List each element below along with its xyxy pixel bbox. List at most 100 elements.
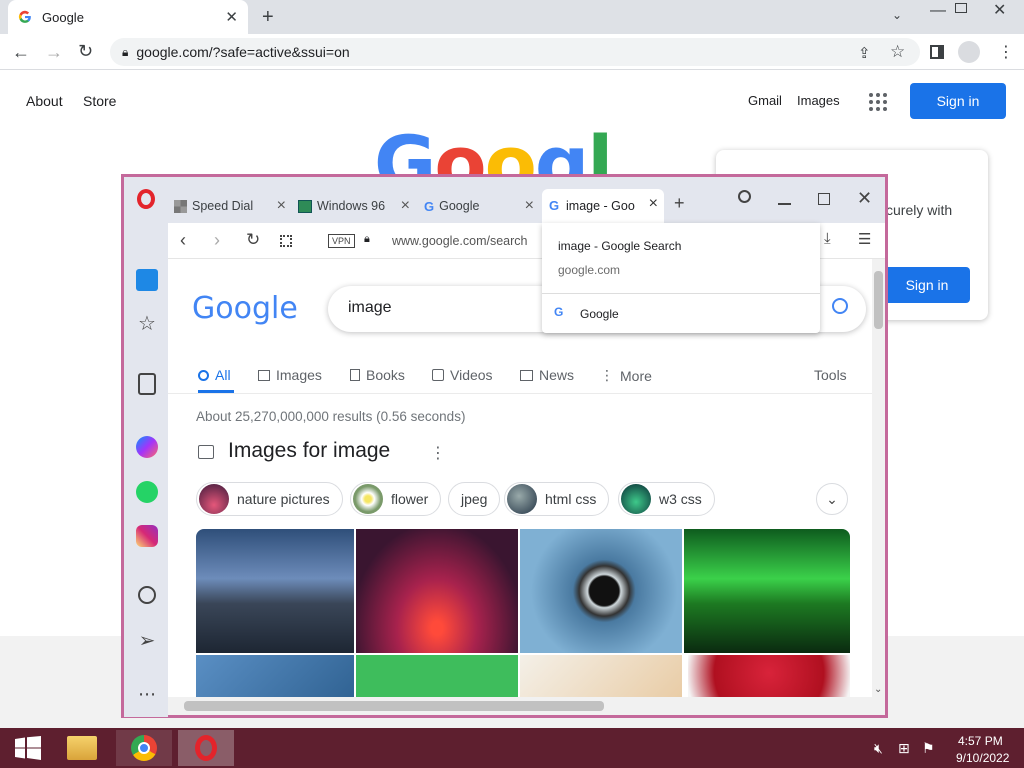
tab-all[interactable]: All (198, 367, 231, 383)
images-link[interactable]: Images (797, 93, 840, 108)
image-result-red-tree[interactable] (688, 655, 850, 697)
home-icon[interactable] (136, 269, 158, 291)
chip-flower[interactable]: flower (350, 482, 442, 516)
start-button[interactable] (0, 730, 56, 766)
sign-in-button[interactable]: Sign in (910, 83, 1006, 119)
chip-html-css[interactable]: html css (504, 482, 610, 516)
reload-icon[interactable]: ↻ (78, 41, 93, 62)
close-icon[interactable]: ✕ (993, 0, 1006, 20)
reload-icon[interactable]: ↻ (246, 230, 260, 250)
image-result-bridge[interactable] (196, 529, 354, 653)
tab-google[interactable]: G Google × (424, 193, 534, 219)
gmail-link[interactable]: Gmail (748, 93, 782, 108)
vpn-badge[interactable]: VPN (328, 234, 355, 248)
clock-time[interactable]: 4:57 PM (958, 734, 1003, 748)
share-icon[interactable]: ⇪ (858, 44, 871, 62)
forward-icon[interactable]: › (214, 230, 220, 251)
address-suggestions-dropdown: image - Google Search google.com G Googl… (542, 223, 820, 333)
star-icon[interactable]: ☆ (890, 42, 905, 62)
promo-sign-in-button[interactable]: Sign in (884, 267, 970, 303)
forward-icon[interactable]: → (45, 42, 63, 63)
tab-news[interactable]: News (520, 367, 574, 383)
suggestion-item[interactable]: G Google (542, 294, 820, 332)
file-explorer-button[interactable] (54, 730, 110, 766)
new-tab-icon[interactable]: + (674, 193, 685, 214)
store-link[interactable]: Store (83, 93, 116, 109)
scrollbar-thumb[interactable] (874, 271, 883, 329)
close-icon[interactable]: ✕ (857, 188, 872, 209)
tab-speed-dial[interactable]: Speed Dial × (174, 193, 286, 219)
player-icon[interactable] (138, 586, 156, 604)
chip-nature-pictures[interactable]: nature pictures (196, 482, 343, 516)
chevron-down-icon[interactable]: ⌄ (874, 684, 882, 695)
tab-label: image - Goo (566, 199, 635, 213)
address-text: google.com/?safe=active&ssui=on (136, 44, 350, 60)
chevron-down-icon[interactable]: ⌄ (892, 8, 902, 22)
tools-button[interactable]: Tools (814, 367, 847, 383)
image-result-lens[interactable] (520, 529, 682, 653)
opera-taskbar-button[interactable] (178, 730, 234, 766)
suggestion-item[interactable]: image - Google Search google.com (542, 223, 820, 293)
minimize-icon[interactable]: — (930, 2, 946, 20)
image-result-aurora[interactable] (684, 529, 850, 653)
maximize-icon[interactable] (818, 193, 830, 205)
tab-books[interactable]: Books (350, 367, 405, 383)
clock-date[interactable]: 9/10/2022 (956, 751, 1009, 765)
whatsapp-icon[interactable] (136, 481, 158, 503)
minimize-icon[interactable] (778, 203, 791, 205)
tab-windows96[interactable]: Windows 96 × (298, 193, 410, 219)
easy-setup-icon[interactable]: ☰ (858, 230, 871, 248)
profile-avatar[interactable] (958, 41, 980, 63)
kebab-icon[interactable]: ⋮ (430, 443, 446, 463)
close-icon[interactable]: × (649, 195, 658, 213)
close-icon[interactable]: ✕ (225, 8, 238, 26)
chip-jpeg[interactable]: jpeg (448, 482, 501, 516)
search-tabs-icon[interactable] (738, 190, 751, 203)
chrome-tab-google[interactable]: Google ✕ (8, 0, 248, 34)
tab-image-search[interactable]: G image - Goo × (542, 189, 664, 223)
back-icon[interactable]: ← (12, 42, 30, 63)
close-icon[interactable]: × (401, 197, 410, 215)
suggestion-title: Google (580, 307, 619, 321)
menu-kebab-icon[interactable]: ⋮ (998, 42, 1014, 62)
about-link[interactable]: About (26, 93, 63, 109)
opera-logo-icon[interactable] (137, 189, 155, 209)
action-center-icon[interactable]: ⚑ (922, 740, 935, 757)
tab-videos[interactable]: Videos (432, 367, 493, 383)
side-panel-icon[interactable] (930, 45, 944, 59)
vertical-scrollbar[interactable]: ⌄ (872, 259, 885, 697)
messenger-icon[interactable] (136, 436, 158, 458)
image-result-woman-hat[interactable] (520, 655, 682, 697)
back-icon[interactable]: ‹ (180, 230, 186, 251)
close-icon[interactable]: × (277, 197, 286, 215)
instagram-icon[interactable] (136, 525, 158, 547)
image-result-green[interactable] (356, 655, 518, 697)
folder-icon (67, 736, 97, 760)
new-tab-icon[interactable]: + (262, 6, 274, 29)
download-icon[interactable]: ⤓ (824, 230, 831, 247)
network-icon[interactable]: ⊞ (898, 740, 910, 757)
volume-muted-icon[interactable]: 🔇︎ (874, 740, 883, 757)
address-text[interactable]: www.google.com/search (392, 234, 527, 248)
google-logo[interactable]: Google (192, 291, 298, 326)
tabs-grid-icon[interactable] (280, 235, 292, 247)
close-icon[interactable]: × (525, 197, 534, 215)
chip-w3-css[interactable]: w3 css (618, 482, 715, 516)
scrollbar-thumb[interactable] (184, 701, 604, 711)
search-icon[interactable] (832, 298, 848, 314)
shopping-bag-icon[interactable] (138, 373, 156, 395)
apps-grid-icon[interactable] (868, 92, 888, 112)
chip-thumb (353, 484, 383, 514)
image-result-laptop[interactable] (196, 655, 354, 697)
tab-images[interactable]: Images (258, 367, 322, 383)
restore-icon[interactable] (955, 3, 967, 13)
chips-expand-button[interactable]: ⌄ (816, 483, 848, 515)
send-icon[interactable]: ➢ (136, 630, 158, 652)
image-result-tree-sunset[interactable] (356, 529, 518, 653)
more-dots-icon[interactable]: ⋯ (136, 683, 158, 705)
chrome-taskbar-button[interactable] (116, 730, 172, 766)
star-icon[interactable]: ☆ (136, 313, 158, 335)
tab-more[interactable]: ⋮ More (600, 367, 652, 384)
horizontal-scrollbar[interactable] (168, 697, 885, 715)
address-bar[interactable]: 🔒︎ google.com/?safe=active&ssui=on (110, 38, 920, 66)
